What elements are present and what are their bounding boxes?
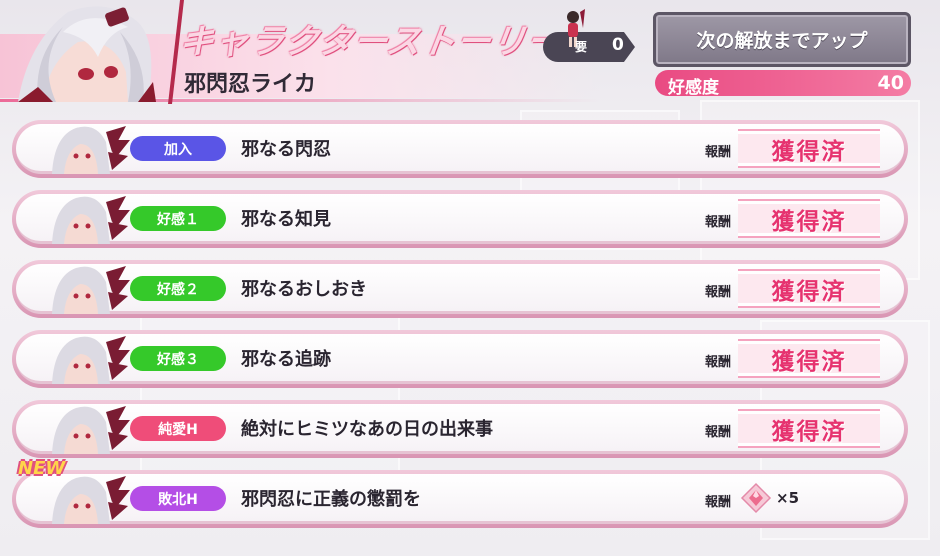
key-label: 要 [575, 40, 588, 54]
story-row-body: 加入 邪なる閃忍 報酬 獲得済 [16, 124, 904, 174]
story-row-body: 敗北H 邪閃忍に正義の懲罰を 報酬 ×5 [16, 474, 904, 524]
story-row[interactable]: 好感３ 邪なる追跡 報酬 獲得済 [12, 330, 908, 388]
story-title: 邪なる閃忍 [241, 139, 331, 160]
story-title: 邪なる知見 [241, 209, 331, 230]
story-row[interactable]: 好感２ 邪なるおしおき 報酬 獲得済 [12, 260, 908, 318]
crystal-gem-icon [740, 482, 772, 514]
reward-label: 報酬 [705, 215, 732, 230]
story-row-body: 好感１ 邪なる知見 報酬 獲得済 [16, 194, 904, 244]
story-title: 邪なるおしおき [241, 279, 367, 300]
character-thumbnail [46, 472, 132, 524]
character-portrait [8, 2, 158, 102]
story-row[interactable]: 純愛H 絶対にヒミツなあの日の出来事 報酬 獲得済 [12, 400, 908, 458]
story-tag: 好感２ [130, 276, 226, 301]
claimed-stamp: 獲得済 [738, 339, 880, 378]
reward-label: 報酬 [705, 355, 732, 370]
header: キャラクターストーリー 邪閃忍ライカ 要 0 次の解放までアップ 好感度 40 [0, 0, 940, 104]
story-tag: 好感１ [130, 206, 226, 231]
character-thumbnail [46, 402, 132, 454]
claimed-stamp: 獲得済 [738, 129, 880, 168]
reward-count: ×5 [776, 489, 800, 507]
story-title: 邪閃忍に正義の懲罰を [241, 489, 421, 510]
key-count: 0 [612, 35, 624, 55]
story-tag: 好感３ [130, 346, 226, 371]
claimed-stamp: 獲得済 [738, 269, 880, 308]
character-thumbnail [46, 192, 132, 244]
story-tag: 敗北H [130, 486, 226, 511]
new-badge: NEW [18, 458, 66, 479]
story-title: 邪なる追跡 [241, 349, 331, 370]
story-title: 絶対にヒミツなあの日の出来事 [241, 419, 493, 440]
reward-label: 報酬 [705, 285, 732, 300]
story-row[interactable]: NEW 敗北H 邪閃忍に正義の懲罰を 報酬 ×5 [12, 458, 908, 528]
character-thumbnail [46, 332, 132, 384]
reward-label: 報酬 [705, 495, 732, 510]
story-row-body: 純愛H 絶対にヒミツなあの日の出来事 報酬 獲得済 [16, 404, 904, 454]
reward-label: 報酬 [705, 425, 732, 440]
story-tag: 純愛H [130, 416, 226, 441]
unlock-button[interactable]: 次の解放までアップ [653, 12, 911, 67]
story-tag: 加入 [130, 136, 226, 161]
affinity-label: 好感度 [668, 78, 719, 98]
character-thumbnail [46, 262, 132, 314]
story-row-body: 好感２ 邪なるおしおき 報酬 獲得済 [16, 264, 904, 314]
character-thumbnail [46, 122, 132, 174]
claimed-stamp: 獲得済 [738, 199, 880, 238]
character-name: 邪閃忍ライカ [184, 72, 317, 97]
story-row[interactable]: 好感１ 邪なる知見 報酬 獲得済 [12, 190, 908, 248]
affinity-value: 40 [877, 72, 904, 94]
story-row[interactable]: 加入 邪なる閃忍 報酬 獲得済 [12, 120, 908, 178]
story-row-body: 好感３ 邪なる追跡 報酬 獲得済 [16, 334, 904, 384]
claimed-stamp: 獲得済 [738, 409, 880, 448]
reward-label: 報酬 [705, 145, 732, 160]
story-title: キャラクターストーリー [176, 22, 565, 62]
